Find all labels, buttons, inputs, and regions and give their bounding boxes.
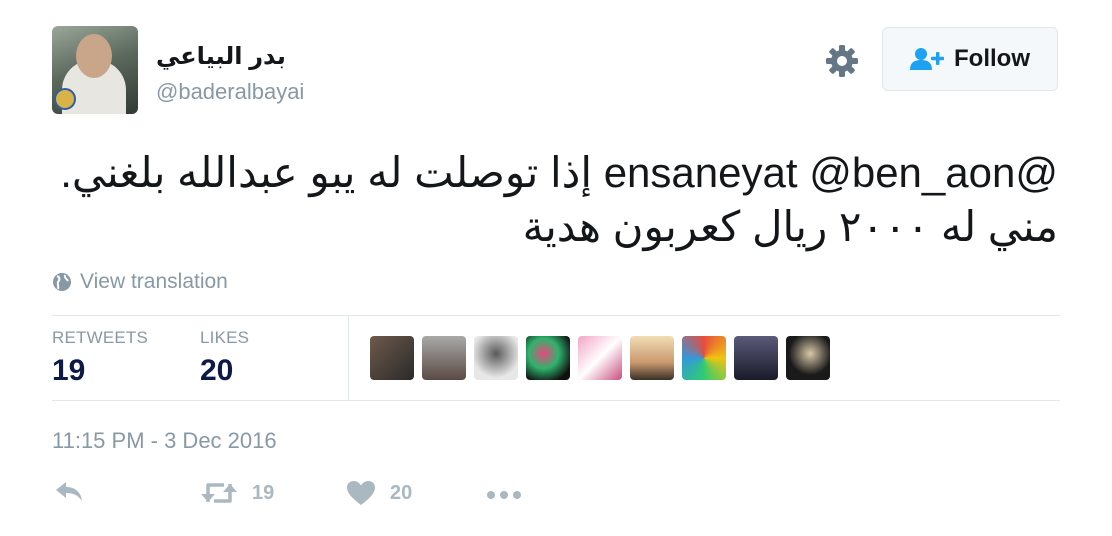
liker-avatar[interactable] xyxy=(526,336,570,380)
liker-avatar[interactable] xyxy=(422,336,466,380)
like-count: 20 xyxy=(390,481,413,504)
view-translation-link[interactable]: View translation xyxy=(52,270,228,294)
like-button[interactable]: 20 xyxy=(346,480,412,506)
liker-avatar[interactable] xyxy=(682,336,726,380)
retweets-label: RETWEETS xyxy=(52,328,149,347)
heart-icon xyxy=(347,481,375,505)
retweet-icon xyxy=(201,483,237,503)
user-handle[interactable]: @baderalbayai xyxy=(156,79,304,105)
gear-icon[interactable] xyxy=(824,43,860,79)
tweet-timestamp[interactable]: 11:15 PM - 3 Dec 2016 xyxy=(52,428,277,454)
likers-avatars xyxy=(370,336,830,380)
avatar[interactable] xyxy=(52,26,138,114)
tweet-text-line-1: @ensaneyat @ben_aon إذا توصلت له يبو عبد… xyxy=(48,146,1058,200)
retweets-count[interactable]: 19 xyxy=(52,354,85,388)
stats-separator xyxy=(348,316,349,400)
more-icon xyxy=(487,491,521,499)
liker-avatar[interactable] xyxy=(578,336,622,380)
follow-button-label: Follow xyxy=(954,45,1030,72)
avatar-head xyxy=(76,34,112,78)
tweet-text-body-1: إذا توصلت له يبو عبدالله بلغني. xyxy=(60,149,593,196)
liker-avatar[interactable] xyxy=(370,336,414,380)
follow-button[interactable]: Follow xyxy=(882,27,1058,91)
more-button[interactable] xyxy=(486,490,522,500)
stats-bottom-divider xyxy=(52,400,1060,401)
user-display-name[interactable]: بدر البياعي xyxy=(156,42,286,71)
liker-avatar[interactable] xyxy=(734,336,778,380)
retweet-button[interactable]: 19 xyxy=(200,480,274,506)
mention-ben-aon[interactable]: @ben_aon xyxy=(809,149,1015,196)
tweet-text-line-2: مني له ٢٠٠٠ ريال كعربون هدية xyxy=(522,203,1058,250)
globe-icon xyxy=(53,273,71,291)
reply-icon xyxy=(56,482,82,501)
likes-label: LIKES xyxy=(200,328,250,347)
liker-avatar[interactable] xyxy=(630,336,674,380)
tweet-text: @ensaneyat @ben_aon إذا توصلت له يبو عبد… xyxy=(48,146,1058,254)
view-translation-label: View translation xyxy=(80,270,228,293)
reply-button[interactable] xyxy=(54,480,84,502)
retweet-count: 19 xyxy=(252,481,275,504)
avatar-badge xyxy=(54,88,76,110)
liker-avatar[interactable] xyxy=(474,336,518,380)
add-user-icon xyxy=(910,48,944,70)
likes-count[interactable]: 20 xyxy=(200,354,233,388)
stats-top-divider xyxy=(52,315,1060,316)
liker-avatar[interactable] xyxy=(786,336,830,380)
